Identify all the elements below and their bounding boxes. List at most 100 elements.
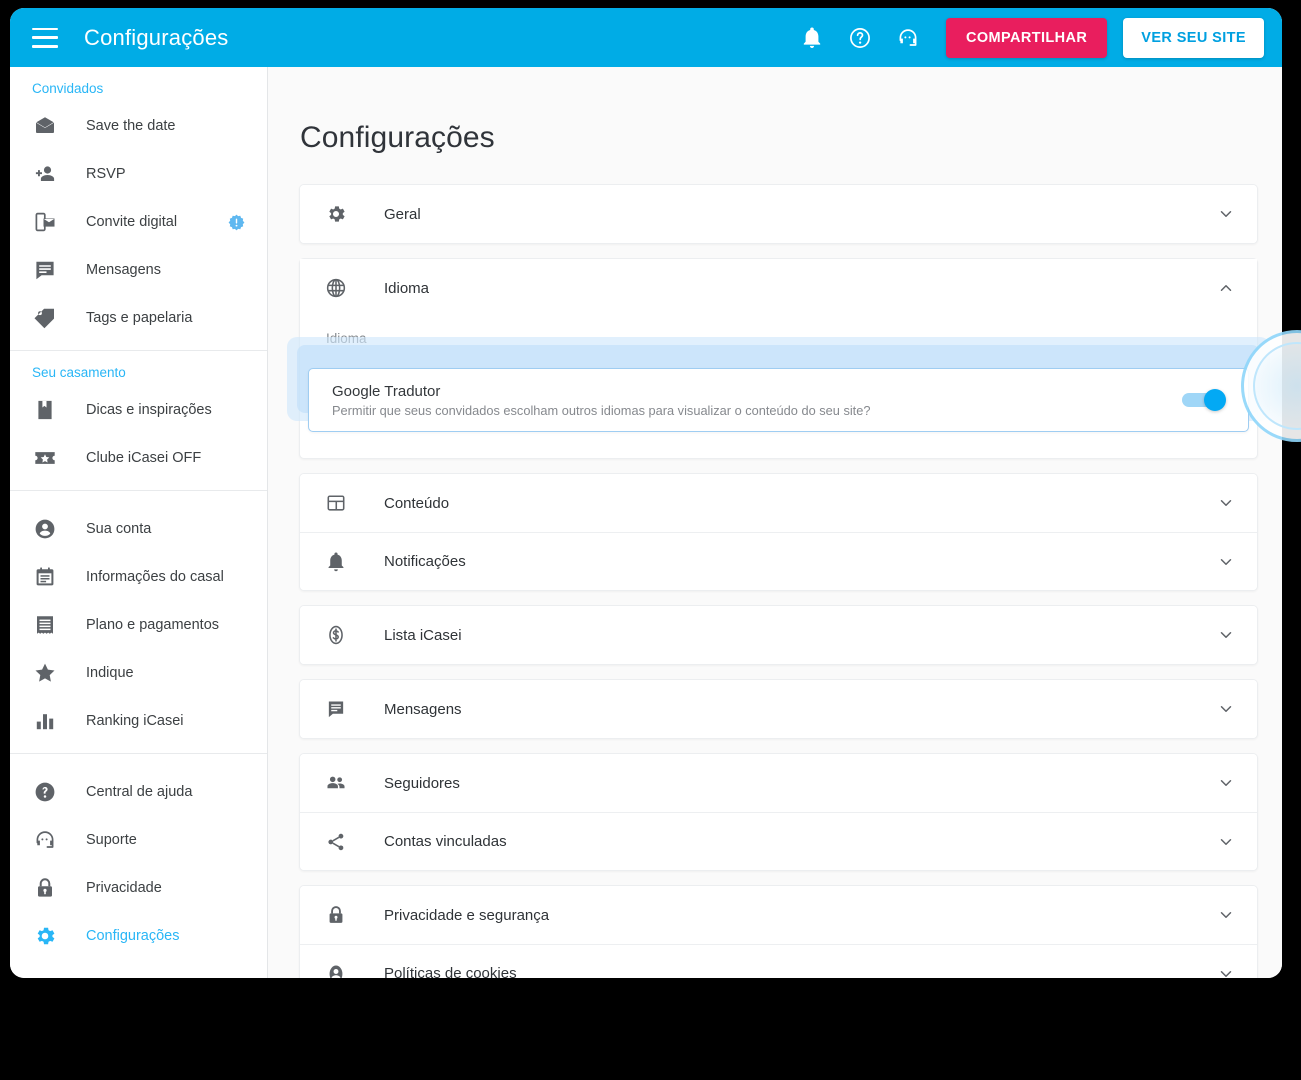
money-icon (324, 623, 348, 647)
message-icon (32, 257, 58, 283)
headset-icon[interactable] (896, 26, 920, 50)
settings-card-mensagens: Mensagens (299, 679, 1258, 739)
lock-icon (324, 903, 348, 927)
sidebar-item-configuracoes[interactable]: Configurações (10, 912, 267, 960)
toggle-thumb (1204, 389, 1226, 411)
sidebar-item-rsvp[interactable]: RSVP (10, 150, 267, 198)
headset-icon (32, 827, 58, 853)
sidebar-item-label: Save the date (86, 118, 176, 134)
accordion-row-mensagens[interactable]: Mensagens (300, 680, 1257, 738)
lock-icon (32, 875, 58, 901)
chevron-down-icon[interactable] (1217, 965, 1235, 979)
settings-card-geral: Geral (299, 184, 1258, 244)
sidebar-item-dicas-e-inspiracoes[interactable]: Dicas e inspirações (10, 386, 267, 434)
accordion-label: Idioma (384, 279, 430, 297)
chevron-down-icon[interactable] (1217, 494, 1235, 512)
accordion-row-politicas-de-cookies[interactable]: Políticas de cookies (300, 944, 1257, 978)
share-icon (324, 830, 348, 854)
sidebar-item-central-de-ajuda[interactable]: Central de ajuda (10, 768, 267, 816)
settings-card-seguidores-contas: Seguidores Contas vinculadas (299, 753, 1258, 871)
gear-icon (324, 202, 348, 226)
star-icon (32, 660, 58, 686)
calendar-icon (32, 564, 58, 590)
message-icon (324, 697, 348, 721)
google-tradutor-toggle[interactable] (1182, 389, 1226, 411)
sidebar-item-save-the-date[interactable]: Save the date (10, 102, 267, 150)
settings-card-list: Geral Idioma Idioma (268, 155, 1282, 978)
sidebar-item-plano-e-pagamentos[interactable]: Plano e pagamentos (10, 601, 267, 649)
chevron-up-icon[interactable] (1217, 279, 1235, 297)
sidebar-item-convite-digital[interactable]: Convite digital (10, 198, 267, 246)
question-circle-icon[interactable] (848, 26, 872, 50)
google-tradutor-setting-row[interactable]: Google Tradutor Permitir que seus convid… (308, 368, 1249, 432)
accordion-row-idioma[interactable]: Idioma (300, 259, 1257, 317)
app-header: Configurações COMPARTILHAR VER SEU SITE (10, 8, 1282, 67)
sidebar-item-indique[interactable]: Indique (10, 649, 267, 697)
view-site-button[interactable]: VER SEU SITE (1123, 17, 1264, 58)
people-icon (324, 771, 348, 795)
sidebar-group-convidados: Convidados Save the date RSVP Convite di… (10, 67, 267, 351)
sidebar-item-label: Convite digital (86, 214, 178, 230)
envelope-icon (32, 113, 58, 139)
sidebar-group-seu-casamento: Seu casamento Dicas e inspirações Clube … (10, 351, 267, 491)
sidebar-group-account: Sua conta Informações do casal Plano e p… (10, 491, 267, 754)
accordion-label: Contas vinculadas (384, 833, 507, 850)
book-icon (32, 397, 58, 423)
layout-icon (324, 491, 348, 515)
bell-icon (324, 550, 348, 574)
header-icon-group (800, 26, 920, 50)
sidebar-item-label: Dicas e inspirações (86, 402, 212, 418)
alert-badge-icon (228, 214, 245, 230)
sidebar-item-privacidade[interactable]: Privacidade (10, 864, 267, 912)
sidebar-item-clube-icasei-off[interactable]: Clube iCasei OFF (10, 434, 267, 482)
accordion-row-privacidade-e-seguranca[interactable]: Privacidade e segurança (300, 886, 1257, 944)
accordion-label: Políticas de cookies (384, 965, 517, 978)
page-title: Configurações (300, 121, 495, 154)
hamburger-icon[interactable] (32, 27, 58, 48)
accordion-row-contas-vinculadas[interactable]: Contas vinculadas (300, 812, 1257, 870)
sidebar-item-label: Tags e papelaria (86, 310, 193, 326)
chevron-down-icon[interactable] (1217, 626, 1235, 644)
sidebar-item-label: Plano e pagamentos (86, 617, 220, 633)
chevron-down-icon[interactable] (1217, 553, 1235, 571)
main-content: Configurações Geral Idioma Google Tradut… (268, 67, 1282, 978)
google-tradutor-description: Permitir que seus convidados escolham ou… (332, 402, 871, 418)
accordion-row-seguidores[interactable]: Seguidores (300, 754, 1257, 812)
chevron-down-icon[interactable] (1217, 906, 1235, 924)
accordion-label: Privacidade e segurança (384, 906, 550, 924)
settings-card-idioma: Idioma Idioma Google Tradutor Permitir q… (287, 258, 1270, 459)
accordion-row-conteudo[interactable]: Conteúdo (300, 474, 1257, 532)
help-circle-icon (32, 779, 58, 805)
sidebar-item-label: Mensagens (86, 262, 161, 278)
share-button[interactable]: COMPARTILHAR (945, 17, 1108, 58)
settings-card-lista-icasei: Lista iCasei (299, 605, 1258, 665)
account-circle-icon (324, 962, 348, 978)
idioma-panel: Idioma Google Tradutor Permitir que seus… (287, 317, 1270, 458)
accordion-label: Conteúdo (384, 494, 450, 512)
settings-card-conteudo-notificacoes: Conteúdo Notificações (299, 473, 1258, 591)
bell-icon[interactable] (800, 26, 824, 50)
chevron-down-icon[interactable] (1217, 205, 1235, 223)
sidebar-item-suporte[interactable]: Suporte (10, 816, 267, 864)
chevron-down-icon[interactable] (1217, 833, 1235, 851)
sidebar-item-label: RSVP (86, 166, 126, 182)
app-window: Configurações COMPARTILHAR VER SEU SITE (10, 8, 1282, 978)
mobile-invite-icon (32, 209, 58, 235)
chevron-down-icon[interactable] (1217, 774, 1235, 792)
accordion-label: Lista iCasei (384, 626, 462, 644)
sidebar-item-tags-e-papelaria[interactable]: Tags e papelaria (10, 294, 267, 342)
accordion-row-notificacoes[interactable]: Notificações (300, 532, 1257, 590)
sidebar-item-sua-conta[interactable]: Sua conta (10, 505, 267, 553)
sidebar-item-label: Indique (86, 665, 134, 681)
sidebar: Convidados Save the date RSVP Convite di… (10, 67, 268, 978)
sidebar-heading-convidados: Convidados (32, 81, 104, 96)
sidebar-item-informacoes-do-casal[interactable]: Informações do casal (10, 553, 267, 601)
accordion-row-lista-icasei[interactable]: Lista iCasei (300, 606, 1257, 664)
google-tradutor-title: Google Tradutor (332, 382, 441, 400)
accordion-row-geral[interactable]: Geral (300, 185, 1257, 243)
globe-icon (324, 276, 348, 300)
sidebar-item-mensagens[interactable]: Mensagens (10, 246, 267, 294)
sidebar-item-ranking-icasei[interactable]: Ranking iCasei (10, 697, 267, 745)
chevron-down-icon[interactable] (1217, 700, 1235, 718)
sidebar-item-label: Ranking iCasei (86, 713, 184, 729)
